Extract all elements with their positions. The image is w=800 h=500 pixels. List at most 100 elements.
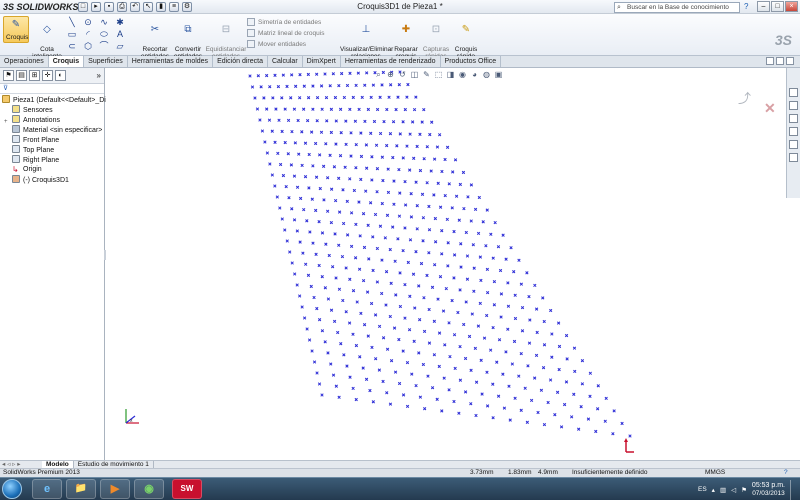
- sketch-point[interactable]: [322, 198, 326, 202]
- sketch-point[interactable]: [496, 394, 501, 398]
- sketch-point[interactable]: [285, 84, 289, 89]
- sketch-point[interactable]: [408, 238, 413, 242]
- sketch-point[interactable]: [368, 201, 373, 205]
- sketch-point[interactable]: [389, 281, 393, 285]
- sketch-point[interactable]: [504, 257, 508, 261]
- croquis-button[interactable]: ✎ Croquis: [3, 16, 29, 43]
- sketch-point[interactable]: [392, 179, 396, 183]
- sketch-point[interactable]: [398, 191, 402, 195]
- sketch-point[interactable]: [453, 158, 458, 162]
- sketch-point[interactable]: [466, 195, 470, 199]
- sketch-point[interactable]: [403, 316, 407, 320]
- sketch-point[interactable]: [479, 278, 483, 283]
- sketch-point[interactable]: [290, 129, 294, 134]
- sketch-point[interactable]: [429, 169, 433, 173]
- sketch-point[interactable]: [415, 144, 419, 149]
- sketch-point[interactable]: [432, 353, 437, 357]
- sketch-point[interactable]: [504, 350, 508, 354]
- sketch-point[interactable]: [369, 301, 374, 306]
- sketch-point[interactable]: [364, 377, 369, 381]
- sketch-point[interactable]: [408, 168, 412, 172]
- sketch-point[interactable]: [534, 307, 539, 311]
- sketch-point[interactable]: [398, 132, 402, 136]
- sketch-point[interactable]: [326, 351, 330, 355]
- solidworks-resources-icon[interactable]: [789, 88, 798, 97]
- sketch-point[interactable]: [366, 223, 370, 227]
- sketch-point[interactable]: [485, 313, 489, 318]
- sketch-point[interactable]: [432, 319, 436, 323]
- sketch-point[interactable]: [465, 277, 470, 281]
- sketch-point[interactable]: [280, 129, 284, 134]
- sketch-point[interactable]: [337, 395, 341, 399]
- sketch-point[interactable]: [513, 293, 517, 297]
- sketch-point[interactable]: [312, 295, 316, 300]
- sketch-point[interactable]: [472, 266, 476, 270]
- sketch-point[interactable]: [433, 263, 437, 267]
- sketch-point[interactable]: [485, 290, 490, 295]
- sketch-point[interactable]: [457, 218, 461, 222]
- sketch-point[interactable]: [369, 95, 373, 100]
- doc-minimize-button[interactable]: [766, 57, 774, 65]
- doc-restore-button[interactable]: [776, 57, 784, 65]
- sketch-point[interactable]: [405, 144, 409, 148]
- sketch-point[interactable]: [465, 254, 470, 258]
- line-icon[interactable]: ╲: [66, 17, 78, 27]
- sketch-point[interactable]: [298, 240, 302, 244]
- sketch-point[interactable]: [464, 230, 468, 235]
- sketch-point[interactable]: [452, 333, 457, 337]
- sketch-point[interactable]: [317, 382, 322, 386]
- sketch-point[interactable]: [445, 217, 449, 222]
- sketch-point[interactable]: [388, 314, 392, 319]
- sketch-point[interactable]: [482, 336, 487, 340]
- sketch-point[interactable]: [401, 393, 406, 397]
- sketch-point[interactable]: [302, 84, 306, 88]
- sketch-point[interactable]: [304, 262, 308, 266]
- sketch-point[interactable]: [325, 176, 330, 180]
- sketch-point[interactable]: [415, 204, 419, 208]
- sketch-point[interactable]: [444, 286, 448, 291]
- sketch-point[interactable]: [497, 338, 502, 342]
- sketch-point[interactable]: [452, 276, 456, 280]
- sketch-point[interactable]: [459, 242, 463, 246]
- sketch-point[interactable]: [354, 222, 358, 227]
- sketch-point[interactable]: [421, 216, 426, 220]
- sketch-point[interactable]: [542, 319, 546, 324]
- sketch-point[interactable]: [277, 118, 281, 122]
- sketch-point[interactable]: [426, 374, 430, 378]
- sketch-point[interactable]: [284, 184, 288, 189]
- sketch-point[interactable]: [364, 189, 368, 193]
- sketch-point[interactable]: [513, 316, 518, 321]
- sketch-point[interactable]: [317, 220, 321, 224]
- sketch-point[interactable]: [459, 265, 463, 269]
- sketch-point[interactable]: [330, 265, 335, 269]
- sketch-point[interactable]: [275, 195, 279, 199]
- sketch-point[interactable]: [550, 332, 554, 336]
- sketch-point[interactable]: [533, 283, 537, 288]
- sketch-point[interactable]: [397, 214, 402, 218]
- sketch-point[interactable]: [325, 119, 329, 123]
- sketch-point[interactable]: [344, 310, 348, 314]
- sketch-point[interactable]: [303, 175, 308, 179]
- sketch-point[interactable]: [287, 196, 291, 200]
- sketch-point[interactable]: [265, 151, 270, 155]
- sketch-point[interactable]: [388, 132, 393, 136]
- file-properties-icon[interactable]: ≡: [169, 2, 179, 12]
- flag-icon[interactable]: ⚑: [741, 486, 747, 494]
- sketch-point[interactable]: [334, 276, 338, 280]
- sketch-point[interactable]: [360, 95, 364, 100]
- sketch-point[interactable]: [595, 407, 600, 411]
- sketch-point[interactable]: [512, 339, 517, 344]
- sketch-point[interactable]: [410, 372, 414, 376]
- sketch-point[interactable]: [344, 119, 348, 123]
- sketch-point[interactable]: [324, 95, 329, 100]
- sketch-point[interactable]: [446, 264, 450, 268]
- sketch-point[interactable]: [290, 73, 294, 77]
- sketch-point[interactable]: [572, 392, 576, 396]
- sketch-point[interactable]: [525, 420, 529, 424]
- sketch-point[interactable]: [378, 95, 382, 99]
- sketch-point[interactable]: [536, 410, 540, 415]
- sketch-point[interactable]: [267, 118, 272, 122]
- sketch-point[interactable]: [351, 95, 355, 100]
- sketch-point[interactable]: [300, 163, 304, 168]
- sketch-point[interactable]: [329, 308, 334, 312]
